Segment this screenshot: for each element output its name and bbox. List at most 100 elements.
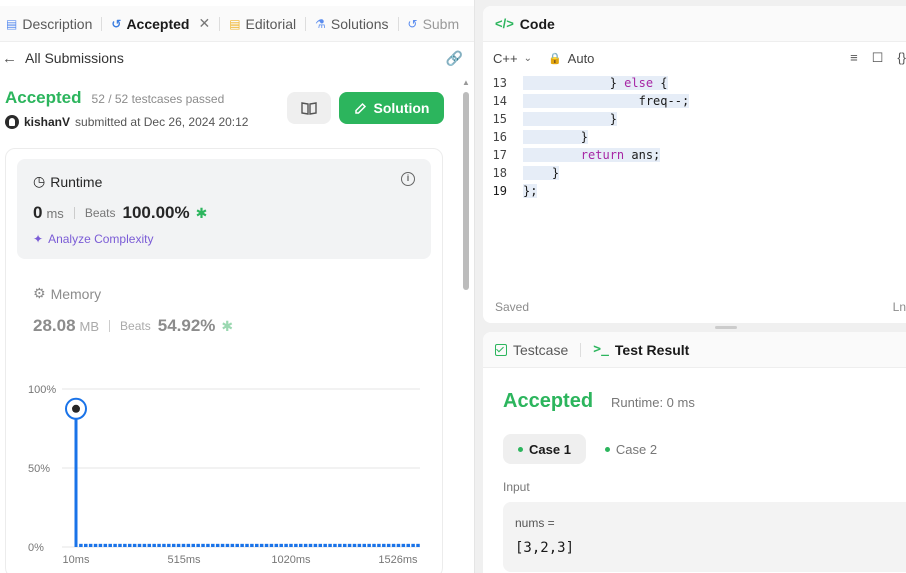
mode-label[interactable]: Auto	[568, 51, 595, 66]
cursor-position: Ln	[892, 300, 906, 314]
chart-bar	[352, 543, 357, 547]
scroll-up-arrow[interactable]: ▲	[462, 78, 470, 87]
chart-bar	[176, 543, 181, 547]
chart-bar	[196, 543, 200, 547]
tab-label: Editorial	[245, 15, 297, 32]
tab-description[interactable]: ▤ Description	[0, 6, 98, 41]
tab-divider	[397, 16, 399, 31]
resize-handle[interactable]	[715, 326, 737, 329]
input-label: Input	[503, 480, 530, 494]
chart-bar	[84, 543, 88, 547]
case-tab-1[interactable]: Case 1	[503, 434, 586, 464]
code-editor[interactable]: 13 } else { 14 freq--; 15 } 16 } 17 retu…	[483, 74, 906, 200]
test-tabs: Testcase >_ Test Result	[483, 332, 906, 368]
chart-bar	[401, 543, 406, 547]
info-icon[interactable]: i	[401, 172, 415, 186]
chart-bar	[113, 543, 117, 547]
arrow-left-icon[interactable]: ←	[2, 50, 17, 67]
code-text: }	[523, 112, 617, 126]
history-icon: ↺	[407, 16, 418, 31]
chart-bar	[259, 543, 264, 547]
submitter-info: kishanV submitted at Dec 26, 2024 20:12	[5, 115, 248, 129]
chart-bar	[74, 404, 78, 547]
right-pane: </> Code C++ ⌄ 🔒 Auto ≡ ☐ {} 13 } else {…	[483, 6, 906, 573]
test-panel: Testcase >_ Test Result Accepted Runtime…	[483, 332, 906, 573]
chart-bar	[396, 543, 401, 547]
code-text: }	[523, 166, 560, 180]
saved-status: Saved	[495, 300, 530, 314]
chart-bar	[382, 543, 386, 547]
tab-testcase[interactable]: Testcase	[495, 342, 568, 358]
testcases-passed: 52 / 52 testcases passed	[91, 92, 225, 106]
braces-icon[interactable]: {}	[897, 50, 906, 66]
solution-button[interactable]: Solution	[339, 92, 444, 124]
memory-header[interactable]: ⚙ Memory	[33, 285, 101, 302]
chart-bar	[245, 543, 249, 547]
chart-bar	[103, 543, 108, 547]
runtime-value: 0	[33, 203, 43, 222]
code-text: } else {	[523, 76, 668, 90]
checkbox-icon	[495, 343, 507, 356]
format-icon[interactable]: ≡	[850, 50, 858, 66]
chart-bar	[225, 543, 230, 547]
memory-unit: MB	[79, 318, 100, 334]
chevron-down-icon[interactable]: ⌄	[524, 53, 532, 64]
runtime-box[interactable]: ◷ Runtime i 0 ms Beats 100.00% ✱ ✦ Analy…	[17, 159, 431, 259]
chart-bar	[201, 543, 205, 547]
chart-bar	[220, 543, 225, 547]
chart-bar	[289, 543, 293, 547]
close-icon[interactable]: ✕	[198, 15, 210, 32]
chart-bar	[386, 543, 391, 547]
notes-button[interactable]	[287, 92, 331, 124]
chart-bar	[235, 543, 239, 547]
chip-icon: ⚙	[33, 285, 46, 301]
tab-solutions[interactable]: ⚗ Solutions	[309, 6, 394, 41]
chart-bar	[215, 543, 220, 547]
chart-bar	[93, 543, 98, 547]
runtime-unit: ms	[46, 205, 64, 221]
analyze-complexity-link[interactable]: ✦ Analyze Complexity	[33, 232, 153, 246]
tab-editorial[interactable]: ▤ Editorial	[223, 6, 302, 41]
link-icon[interactable]: 🔗	[446, 50, 463, 67]
tab-accepted[interactable]: ↺ Accepted ✕	[105, 6, 216, 41]
result-summary: Accepted Runtime: 0 ms	[503, 390, 695, 413]
beats-label: Beats	[120, 319, 151, 333]
all-submissions-link[interactable]: All Submissions	[25, 50, 124, 66]
chart-bar	[167, 543, 171, 547]
description-icon: ▤	[6, 16, 18, 31]
solution-label: Solution	[373, 100, 430, 116]
bookmark-icon[interactable]: ☐	[872, 50, 884, 66]
tab-label: Test Result	[614, 341, 690, 358]
tab-test-result[interactable]: >_ Test Result	[593, 342, 689, 358]
clock-icon: ◷	[33, 173, 46, 189]
book-open-icon	[301, 102, 317, 115]
terminal-icon: >_	[593, 342, 609, 357]
runtime-title: Runtime	[50, 173, 103, 190]
language-select[interactable]: C++	[493, 51, 518, 66]
tab-submissions[interactable]: ↺ Subm	[402, 6, 466, 41]
scrollbar-thumb[interactable]	[463, 92, 469, 290]
case-tabs: Case 1 Case 2	[503, 434, 672, 464]
chart-bar	[298, 543, 303, 547]
code-toolbar: C++ ⌄ 🔒 Auto ≡ ☐ {}	[483, 42, 906, 74]
chart-bar	[127, 543, 132, 547]
runtime-header: ◷ Runtime	[33, 173, 102, 190]
line-number: 14	[492, 94, 507, 108]
pass-dot	[604, 446, 610, 452]
tab-label: Accepted	[126, 15, 190, 32]
result-runtime: Runtime: 0 ms	[611, 395, 695, 410]
avatar[interactable]	[5, 115, 19, 129]
tab-bar: ▤ Description ↺ Accepted ✕ ▤ Editorial ⚗…	[0, 6, 474, 42]
chart-bar	[269, 543, 274, 547]
chart-bar	[357, 543, 362, 547]
chart-bar	[362, 543, 367, 547]
username[interactable]: kishanV	[24, 115, 70, 129]
runtime-distribution-chart[interactable]: 100% 50% 0% 10ms 515ms 1020ms 1526ms	[0, 376, 440, 573]
chart-bar	[406, 543, 410, 547]
chart-bar	[123, 543, 127, 547]
case-tab-2[interactable]: Case 2	[590, 434, 672, 464]
chart-bar	[391, 543, 396, 547]
divider	[109, 320, 111, 332]
code-line: 18 }	[483, 164, 906, 182]
runtime-beats-value: 100.00%	[122, 203, 190, 222]
